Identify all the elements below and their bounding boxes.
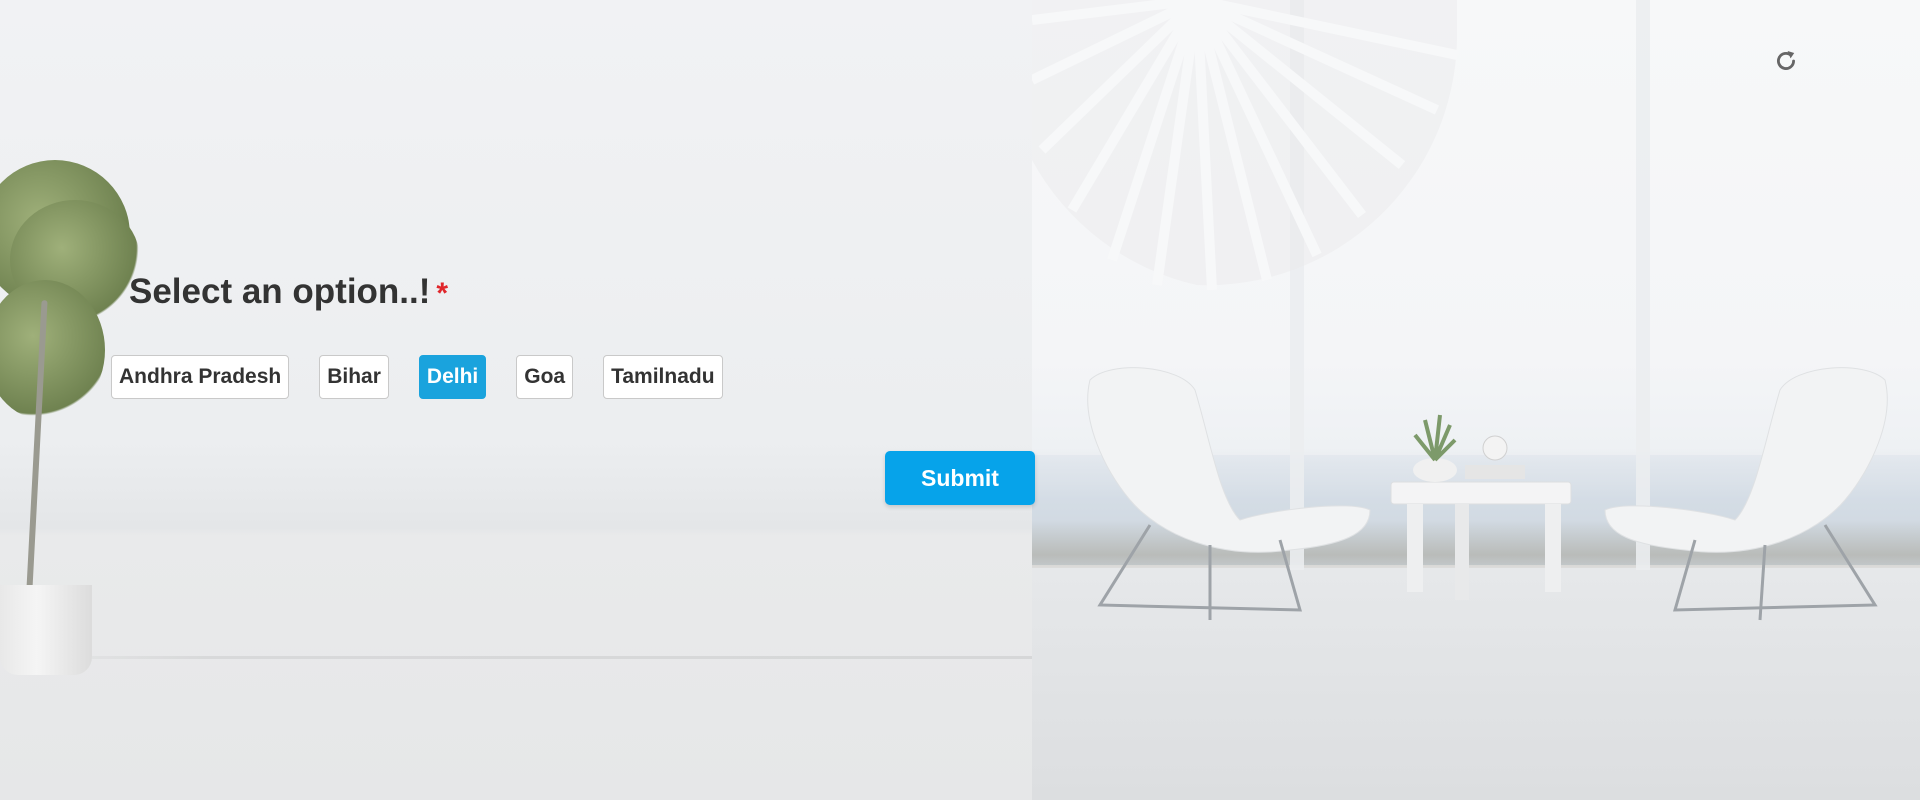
- background-wall: [0, 0, 1032, 800]
- form-title-text: Select an option..!: [129, 272, 431, 311]
- option-delhi[interactable]: Delhi: [418, 355, 487, 399]
- sunburst-decoration: [1032, 0, 1459, 290]
- option-andhra-pradesh[interactable]: Andhra Pradesh: [111, 355, 290, 399]
- form-title: Select an option..! *: [129, 272, 448, 312]
- option-group: Andhra Pradesh Bihar Delhi Goa Tamilnadu: [111, 355, 753, 399]
- chair-left: [1087, 367, 1371, 620]
- option-tamilnadu[interactable]: Tamilnadu: [603, 355, 723, 399]
- chair-right: [1604, 367, 1888, 621]
- side-table: [1390, 414, 1572, 600]
- option-bihar[interactable]: Bihar: [319, 355, 389, 399]
- floor-line: [0, 656, 1032, 659]
- refresh-icon: [1777, 51, 1795, 70]
- option-goa[interactable]: Goa: [516, 355, 574, 399]
- submit-button[interactable]: Submit: [885, 451, 1035, 505]
- plant-pot: [0, 585, 92, 675]
- required-marker: *: [436, 277, 449, 310]
- refresh-button[interactable]: [1770, 45, 1802, 77]
